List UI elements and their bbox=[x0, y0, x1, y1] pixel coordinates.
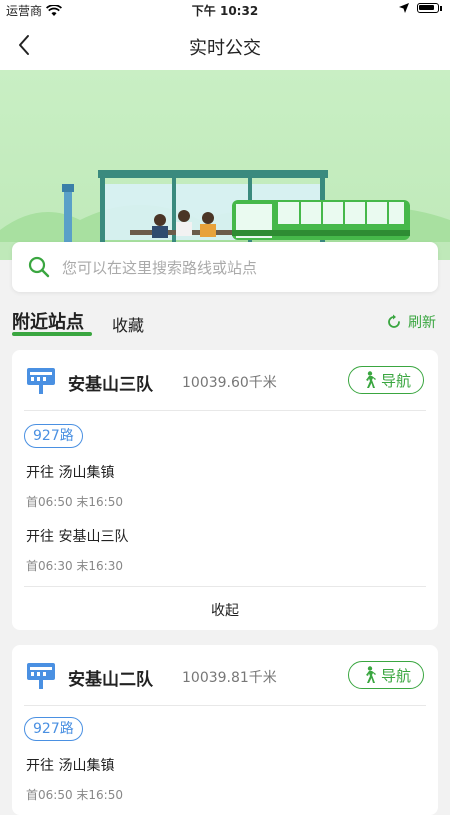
schedule-times: 首06:50 末16:50 bbox=[26, 495, 123, 509]
walking-person-icon bbox=[365, 666, 376, 683]
divider bbox=[24, 410, 426, 411]
tab-nearby-stops[interactable]: 附近站点 bbox=[12, 308, 84, 334]
status-time: 下午 10:32 bbox=[191, 4, 259, 18]
stop-distance: 10039.60千米 bbox=[182, 375, 277, 391]
page-title: 实时公交 bbox=[189, 38, 261, 59]
stop-name: 安基山三队 bbox=[68, 375, 153, 395]
divider bbox=[24, 586, 426, 587]
tab-bar: 附近站点 收藏 刷新 bbox=[0, 300, 450, 340]
navigate-button[interactable]: 导航 bbox=[348, 366, 424, 394]
navigate-button[interactable]: 导航 bbox=[348, 661, 424, 689]
direction-label: 开往 汤山集镇 bbox=[26, 758, 115, 774]
search-icon bbox=[28, 256, 50, 278]
bus-stop-banner bbox=[0, 70, 450, 260]
schedule-times: 首06:50 末16:50 bbox=[26, 788, 123, 802]
refresh-button[interactable]: 刷新 bbox=[386, 312, 436, 332]
walking-person-icon bbox=[365, 371, 376, 388]
bus-stop-sign-icon bbox=[27, 663, 55, 689]
schedule-times: 首06:30 末16:30 bbox=[26, 559, 123, 573]
stop-name: 安基山二队 bbox=[68, 670, 153, 690]
navigate-label: 导航 bbox=[380, 666, 411, 685]
stop-distance: 10039.81千米 bbox=[182, 670, 277, 686]
bus-stop-illustration bbox=[0, 170, 450, 260]
active-tab-indicator bbox=[12, 332, 92, 336]
stop-card: 安基山三队 10039.60千米 导航 927路 开往 汤山集镇 首06:50 … bbox=[12, 350, 438, 630]
route-badge[interactable]: 927路 bbox=[24, 717, 83, 741]
search-placeholder: 您可以在这里搜索路线或站点 bbox=[62, 258, 258, 277]
refresh-icon bbox=[388, 314, 400, 328]
location-arrow-icon bbox=[399, 3, 409, 13]
refresh-label: 刷新 bbox=[408, 315, 436, 331]
route-badge[interactable]: 927路 bbox=[24, 424, 83, 448]
battery-icon bbox=[417, 3, 439, 13]
divider bbox=[24, 705, 426, 706]
navigate-label: 导航 bbox=[380, 371, 411, 390]
bus-stop-sign-icon bbox=[27, 368, 55, 394]
search-input[interactable]: 您可以在这里搜索路线或站点 bbox=[12, 242, 438, 292]
navigation-bar: 实时公交 bbox=[0, 20, 450, 70]
direction-label: 开往 安基山三队 bbox=[26, 529, 129, 545]
stop-card: 安基山二队 10039.81千米 导航 927路 开往 汤山集镇 首06:50 … bbox=[12, 645, 438, 815]
direction-label: 开往 汤山集镇 bbox=[26, 465, 115, 481]
tab-favorites[interactable]: 收藏 bbox=[112, 312, 144, 336]
status-bar: 运营商 下午 10:32 bbox=[0, 0, 450, 20]
collapse-button[interactable]: 收起 bbox=[12, 600, 438, 620]
